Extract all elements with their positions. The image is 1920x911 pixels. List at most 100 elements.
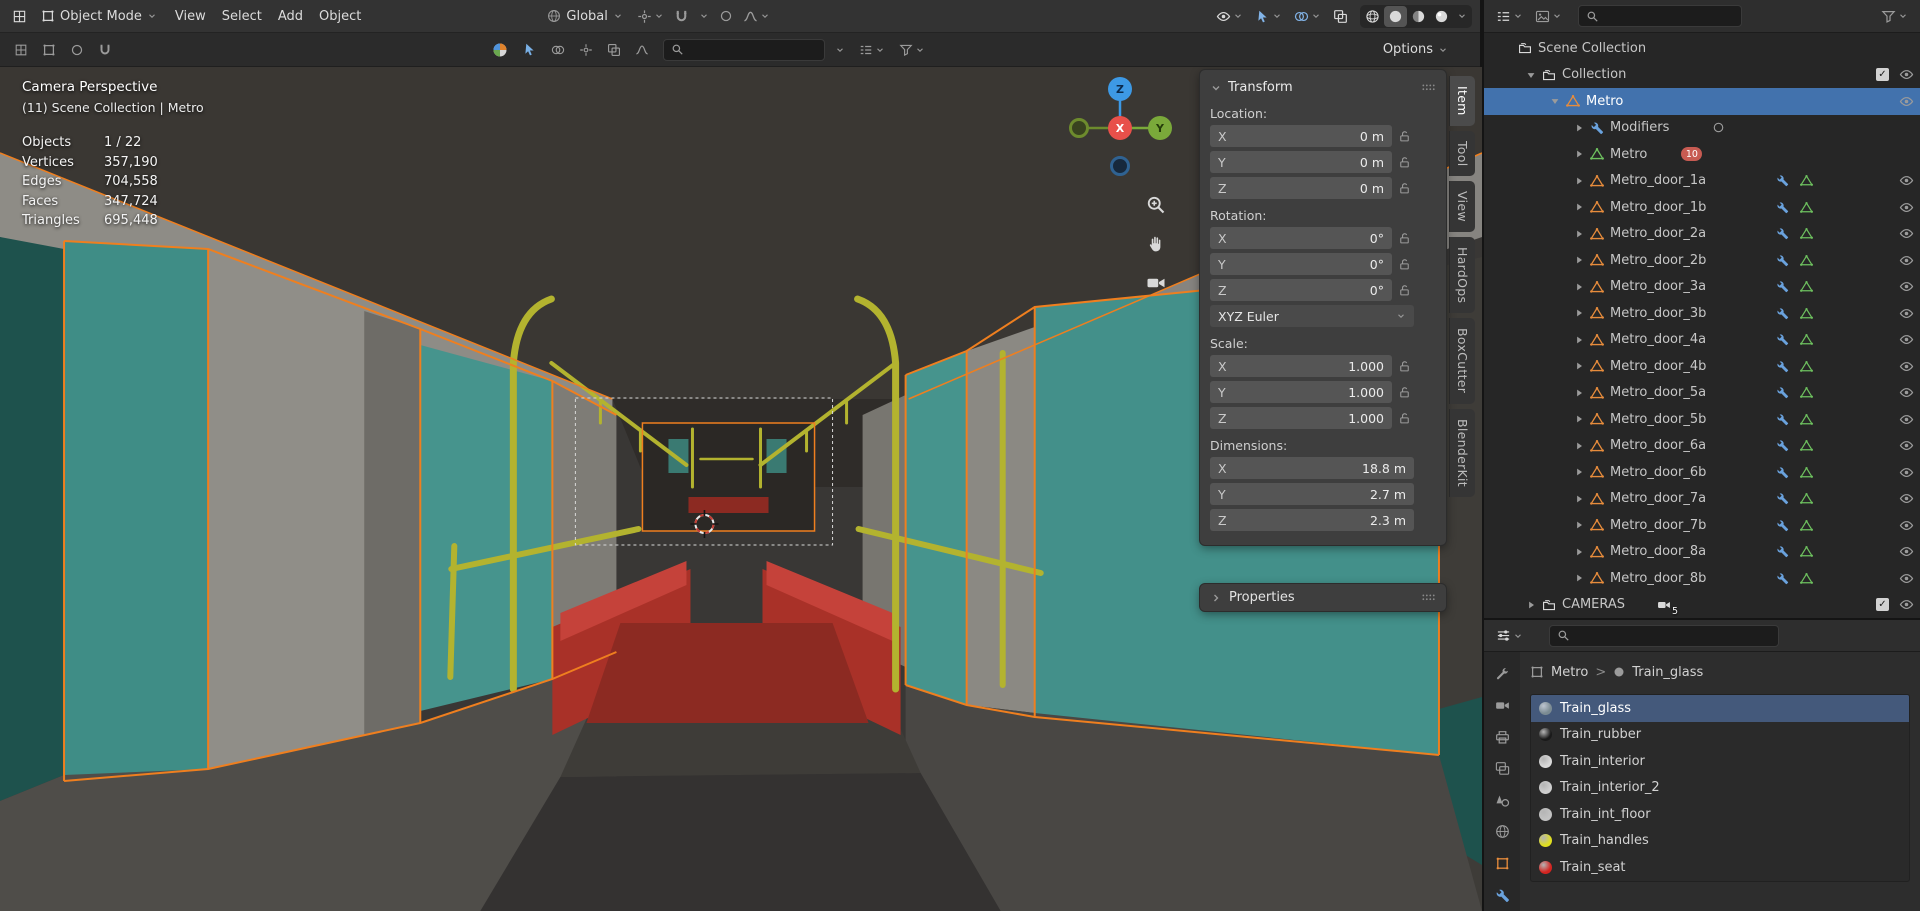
scale-x-field[interactable]: X 1.000 bbox=[1210, 355, 1392, 377]
visibility-eye-toggle[interactable] bbox=[1899, 332, 1914, 347]
disclosure-right-icon[interactable] bbox=[1572, 360, 1586, 372]
props-tab-tool[interactable] bbox=[1484, 658, 1520, 690]
visibility-eye-toggle[interactable] bbox=[1899, 226, 1914, 241]
shading-solid[interactable] bbox=[1384, 5, 1407, 27]
3d-viewport[interactable]: Object Mode View Select Add Object Global bbox=[0, 0, 1482, 911]
lock-toggle[interactable] bbox=[1398, 177, 1411, 199]
toggle-visibility[interactable] bbox=[1212, 6, 1247, 27]
lock-toggle[interactable] bbox=[1398, 253, 1411, 275]
visibility-eye-toggle[interactable] bbox=[1899, 385, 1914, 400]
select-box-tool-button[interactable] bbox=[518, 39, 541, 60]
toggle-xray[interactable] bbox=[1329, 6, 1352, 27]
disclosure-right-icon[interactable] bbox=[1572, 334, 1586, 346]
tool-option-icon-3[interactable] bbox=[66, 40, 88, 60]
lock-toggle[interactable] bbox=[1398, 355, 1411, 377]
rotation-x-field[interactable]: X 0° bbox=[1210, 227, 1392, 249]
tool-option-icon-5[interactable] bbox=[547, 40, 569, 60]
editor-type-button[interactable] bbox=[8, 6, 31, 27]
lock-toggle[interactable] bbox=[1398, 381, 1411, 403]
visibility-eye-toggle[interactable] bbox=[1899, 359, 1914, 374]
collection-checkbox[interactable]: ✓ bbox=[1876, 68, 1889, 82]
properties-search-input[interactable] bbox=[1549, 624, 1779, 647]
transform-panel-title[interactable]: Transform bbox=[1228, 80, 1293, 95]
visibility-eye-toggle[interactable] bbox=[1899, 67, 1914, 82]
collection-checkbox[interactable]: ✓ bbox=[1876, 598, 1889, 612]
outliner-row[interactable]: Metro_door_3a bbox=[1484, 274, 1920, 301]
disclosure-right-icon[interactable] bbox=[1572, 307, 1586, 319]
props-tab-view-layer[interactable] bbox=[1484, 753, 1520, 785]
shading-wireframe[interactable] bbox=[1361, 6, 1384, 27]
disclosure-right-icon[interactable] bbox=[1572, 254, 1586, 266]
outliner-row[interactable]: Metro_door_5a bbox=[1484, 380, 1920, 407]
disclosure-right-icon[interactable] bbox=[1572, 519, 1586, 531]
visibility-eye-toggle[interactable] bbox=[1899, 544, 1914, 559]
outliner-row[interactable]: Metro_door_8b bbox=[1484, 565, 1920, 592]
visibility-eye-toggle[interactable] bbox=[1899, 94, 1914, 109]
orientation-dropdown[interactable]: Global bbox=[539, 5, 630, 28]
shading-rendered[interactable] bbox=[1430, 6, 1453, 27]
disclosure-right-icon[interactable] bbox=[1572, 493, 1586, 505]
dimensions-y-field[interactable]: Y 2.7 m bbox=[1210, 483, 1414, 505]
viewport-zoom-button[interactable] bbox=[1146, 195, 1166, 219]
outliner-row[interactable]: Metro 10 bbox=[1484, 141, 1920, 168]
location-x-field[interactable]: X0 m bbox=[1210, 125, 1392, 147]
disclosure-right-icon[interactable] bbox=[1572, 122, 1586, 134]
props-tab-object[interactable] bbox=[1484, 848, 1520, 880]
props-tab-modifiers[interactable] bbox=[1484, 879, 1520, 911]
lock-toggle[interactable] bbox=[1398, 151, 1411, 173]
disclosure-right-icon[interactable] bbox=[1572, 148, 1586, 160]
disclosure-right-icon[interactable] bbox=[1572, 440, 1586, 452]
sidebar-tab-hardops[interactable]: HardOps bbox=[1449, 237, 1475, 314]
snap-toggle[interactable] bbox=[670, 6, 693, 27]
props-tab-output[interactable] bbox=[1484, 721, 1520, 753]
breadcrumb-material[interactable]: Train_glass bbox=[1632, 665, 1703, 680]
filter-dropdown[interactable] bbox=[895, 40, 929, 60]
rotation-mode-dropdown[interactable]: XYZ Euler bbox=[1210, 305, 1414, 327]
visibility-eye-toggle[interactable] bbox=[1899, 200, 1914, 215]
rotation-z-field[interactable]: Z 0° bbox=[1210, 279, 1392, 301]
menu-view[interactable]: View bbox=[167, 5, 214, 28]
snap-settings-dropdown[interactable] bbox=[695, 8, 713, 24]
outliner-row[interactable]: Metro_door_6a bbox=[1484, 433, 1920, 460]
navigation-gizmo[interactable]: Z X Y bbox=[1060, 77, 1180, 177]
outliner-row[interactable]: Metro_door_2a bbox=[1484, 221, 1920, 248]
visibility-eye-toggle[interactable] bbox=[1899, 597, 1914, 612]
mode-dropdown[interactable]: Object Mode bbox=[33, 5, 165, 28]
gizmo-axis-x-negative[interactable] bbox=[1069, 118, 1089, 138]
properties-subpanel-collapsed[interactable]: Properties bbox=[1200, 584, 1446, 611]
viewport-canvas[interactable]: Camera Perspective (11) Scene Collection… bbox=[0, 67, 1482, 911]
tool-option-icon-4[interactable] bbox=[94, 40, 116, 60]
material-slot[interactable]: Train_interior_2 bbox=[1531, 775, 1909, 802]
disclosure-right-icon[interactable] bbox=[1572, 281, 1586, 293]
lock-toggle[interactable] bbox=[1398, 125, 1411, 147]
properties-editor-type-dropdown[interactable] bbox=[1492, 625, 1527, 646]
disclosure-right-icon[interactable] bbox=[1572, 387, 1586, 399]
visibility-eye-toggle[interactable] bbox=[1899, 173, 1914, 188]
outliner-row[interactable]: Metro_door_8a bbox=[1484, 539, 1920, 566]
lock-toggle[interactable] bbox=[1398, 227, 1411, 249]
visibility-eye-toggle[interactable] bbox=[1899, 412, 1914, 427]
lock-toggle[interactable] bbox=[1398, 279, 1411, 301]
gizmo-axis-z[interactable]: Z bbox=[1108, 77, 1132, 101]
outliner-row[interactable]: Metro_door_4a bbox=[1484, 327, 1920, 354]
toolbar-search-input[interactable] bbox=[663, 38, 825, 61]
props-tab-world[interactable] bbox=[1484, 816, 1520, 848]
disclosure-right-icon[interactable] bbox=[1572, 201, 1586, 213]
material-slot[interactable]: Train_seat bbox=[1531, 854, 1909, 881]
disclosure-right-icon[interactable] bbox=[1572, 546, 1586, 558]
shading-dropdown[interactable] bbox=[1453, 8, 1471, 24]
outliner-row[interactable]: Scene Collection bbox=[1484, 35, 1920, 62]
viewport-camera-button[interactable] bbox=[1146, 273, 1166, 297]
tool-option-icon-7[interactable] bbox=[603, 40, 625, 60]
material-slot[interactable]: Train_interior bbox=[1531, 748, 1909, 775]
toolbar-search-dropdown[interactable] bbox=[831, 42, 849, 58]
location-z-field[interactable]: Z0 m bbox=[1210, 177, 1392, 199]
outliner-row[interactable]: Metro_door_6b bbox=[1484, 459, 1920, 486]
outliner-row[interactable]: Metro bbox=[1484, 88, 1920, 115]
disclosure-right-icon[interactable] bbox=[1524, 599, 1538, 611]
menu-object[interactable]: Object bbox=[311, 5, 369, 28]
outliner-row[interactable]: Metro_door_7a bbox=[1484, 486, 1920, 513]
display-mode-dropdown[interactable] bbox=[855, 40, 889, 60]
visibility-eye-toggle[interactable] bbox=[1899, 279, 1914, 294]
material-slot[interactable]: Train_int_floor bbox=[1531, 801, 1909, 828]
